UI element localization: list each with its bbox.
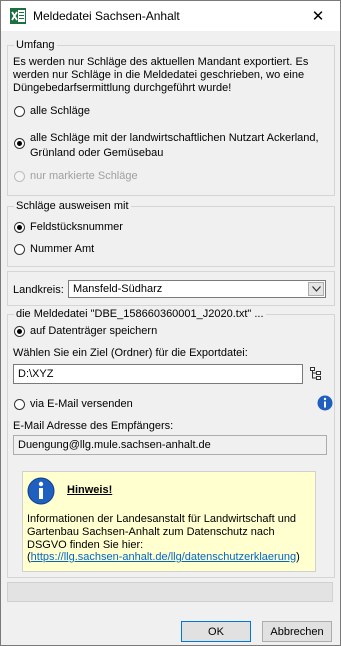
radio-markierte[interactable] [14,171,25,182]
close-icon: ✕ [311,8,325,25]
email-label: E-Mail Adresse des Empfängers: [13,420,174,432]
status-bar [7,582,333,602]
datenschutz-link[interactable]: https://llg.sachsen-anhalt.de/llg/datens… [31,551,296,563]
landkreis-label: Landkreis: [13,284,64,296]
export-choose-label: Wählen Sie ein Ziel (Ordner) für die Exp… [13,347,248,359]
ausweisen-group-label: Schläge ausweisen mit [14,200,131,212]
radio-markierte-label[interactable]: nur markierte Schläge [30,170,138,183]
radio-nummer-amt[interactable] [14,244,25,255]
folder-tree-icon[interactable] [310,367,322,380]
export-path-input[interactable]: D:\XYZ [13,364,303,384]
info-icon[interactable] [317,395,333,411]
hint-link-line: (https://llg.sachsen-anhalt.de/llg/daten… [27,551,312,564]
radio-nutzart[interactable] [14,138,25,149]
title-bar: Meldedatei Sachsen-Anhalt ✕ [1,1,340,31]
excel-icon [10,8,26,24]
radio-email[interactable] [14,399,25,410]
ok-button[interactable]: OK [181,621,251,642]
dialog-window: Meldedatei Sachsen-Anhalt ✕ Umfang Es we… [0,0,341,646]
radio-nutzart-label[interactable]: alle Schläge mit der landwirtschaftliche… [30,131,330,161]
landkreis-dropdown[interactable]: Mansfeld-Südharz [68,280,326,298]
umfang-description: Es werden nur Schläge des aktuellen Mand… [13,56,309,94]
hint-text: Informationen der Landesanstalt für Land… [27,513,297,551]
radio-feldstuecksnummer-label[interactable]: Feldstücksnummer [30,221,123,234]
ausweisen-group: Schläge ausweisen mit [7,200,335,267]
landkreis-value: Mansfeld-Südharz [73,283,163,295]
chevron-down-icon[interactable] [308,282,324,296]
email-input[interactable]: Duengung@llg.mule.sachsen-anhalt.de [13,435,327,455]
close-button[interactable]: ✕ [296,1,340,31]
hint-link-close: ) [296,551,300,563]
radio-feldstuecksnummer[interactable] [14,222,25,233]
radio-alle-schlaege-label[interactable]: alle Schläge [30,105,90,118]
info-large-icon [27,477,55,505]
export-path-value: D:\XYZ [18,368,54,380]
radio-datentraeger-label[interactable]: auf Datenträger speichern [30,325,157,338]
email-value: Duengung@llg.mule.sachsen-anhalt.de [18,439,211,451]
window-title: Meldedatei Sachsen-Anhalt [33,9,180,23]
umfang-group-label: Umfang [14,39,57,51]
radio-alle-schlaege[interactable] [14,106,25,117]
radio-email-label[interactable]: via E-Mail versenden [30,398,133,411]
radio-nummer-amt-label[interactable]: Nummer Amt [30,243,94,256]
hint-title: Hinweis! [67,484,113,496]
export-group-label: die Meldedatei "DBE_158660360001_J2020.t… [14,308,266,320]
cancel-button[interactable]: Abbrechen [262,621,332,642]
radio-datentraeger[interactable] [14,326,25,337]
